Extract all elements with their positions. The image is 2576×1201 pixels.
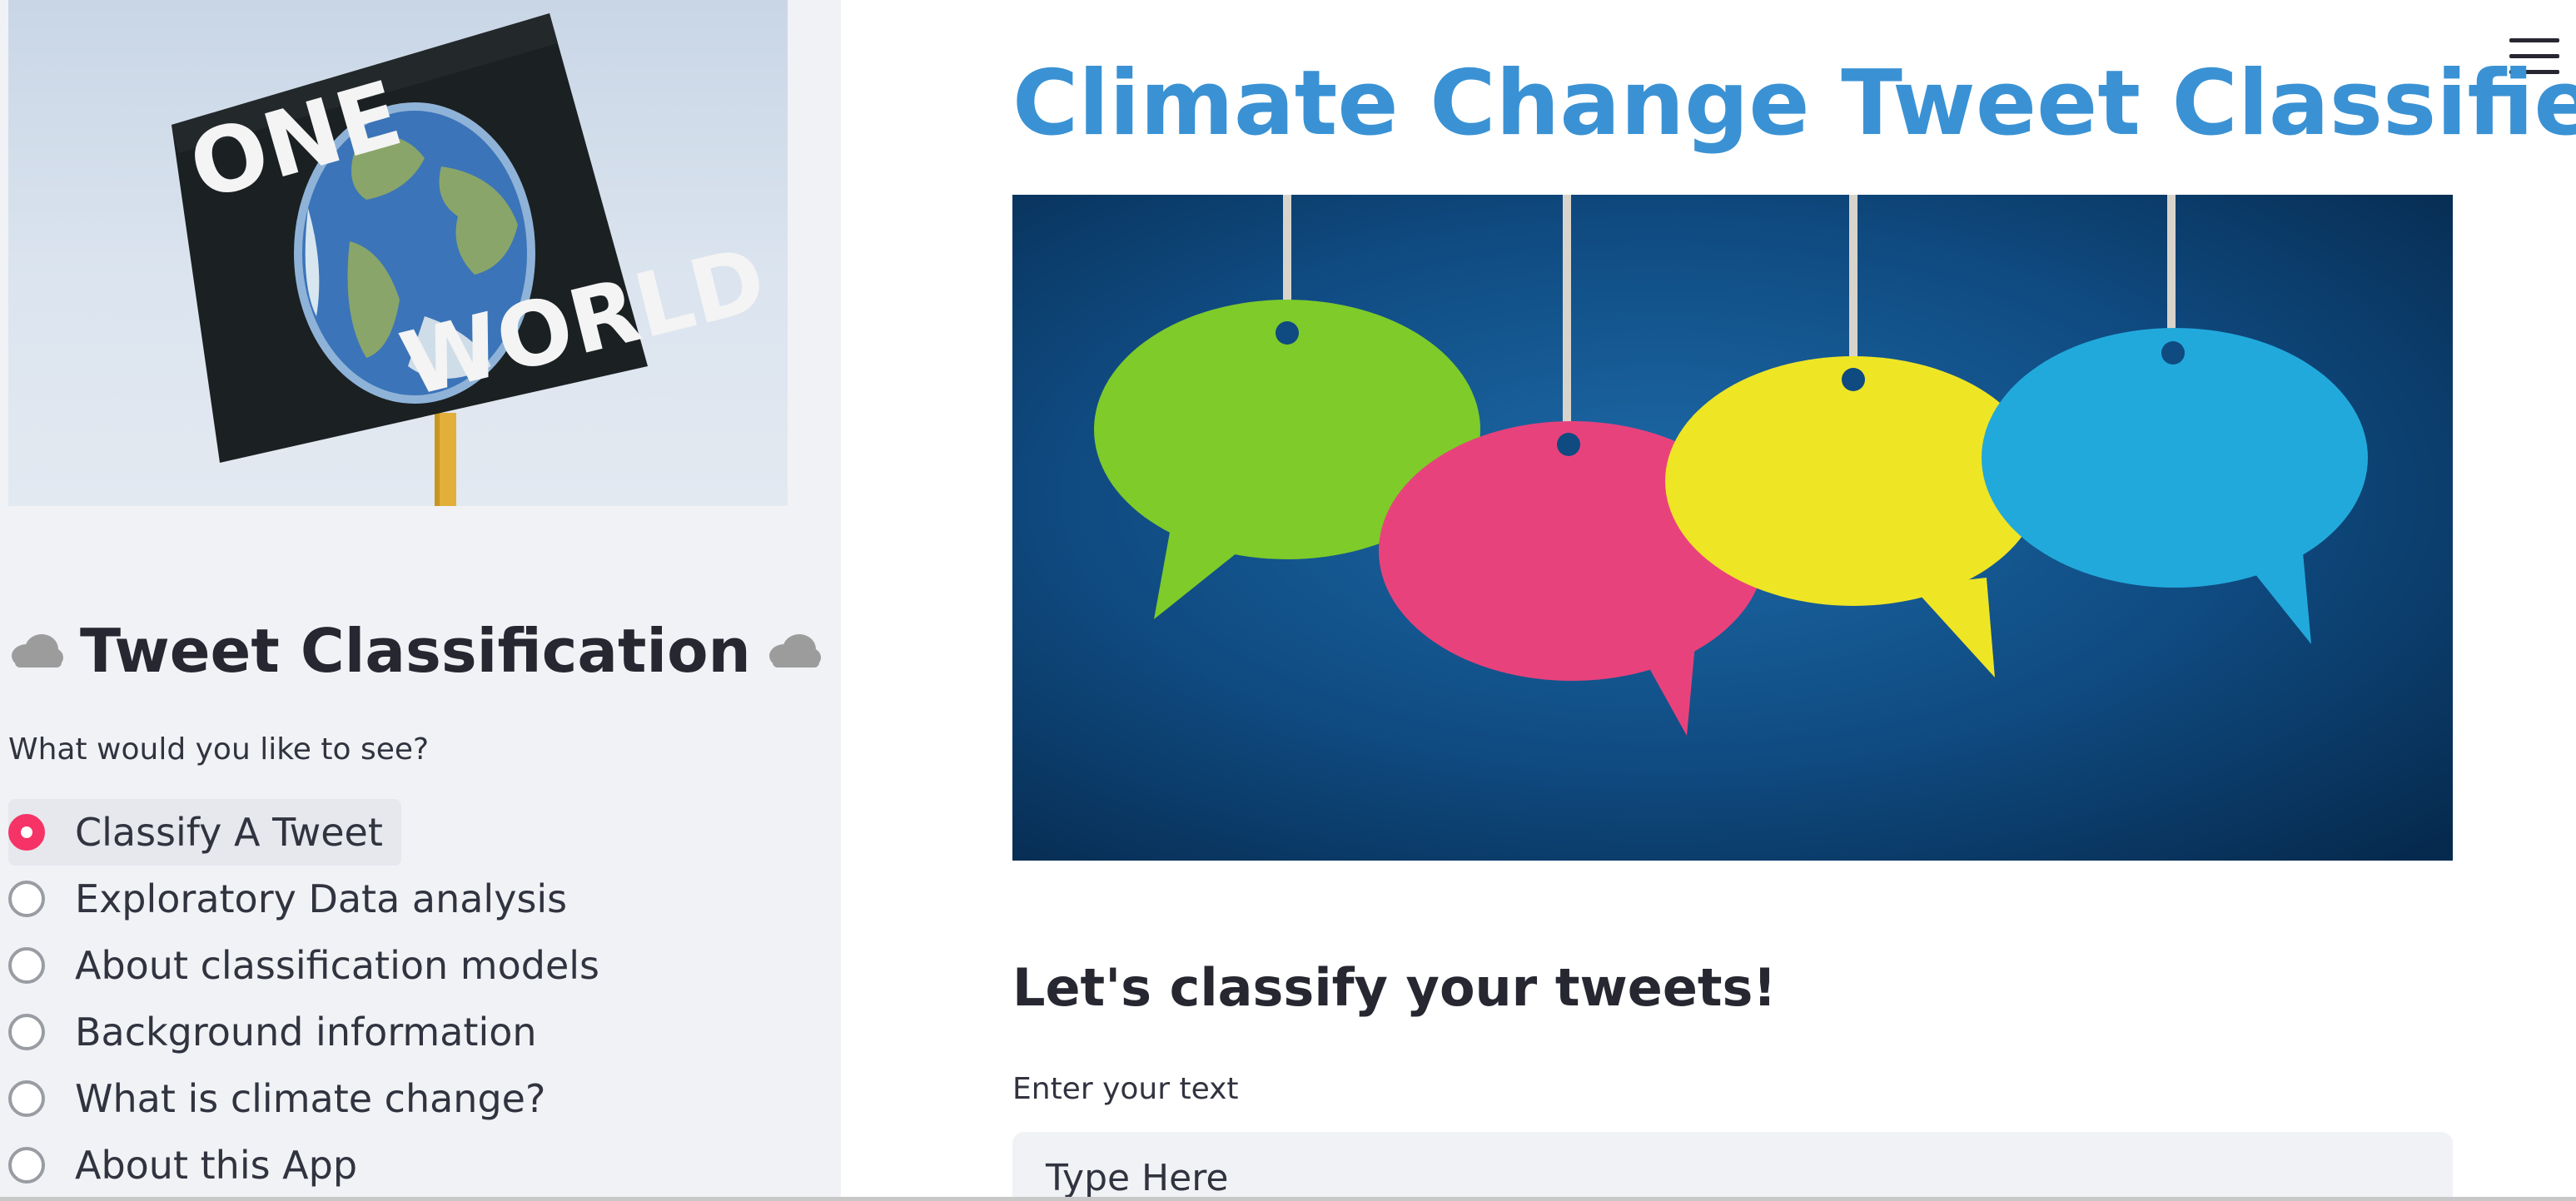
radio-option-label: Exploratory Data analysis	[75, 876, 568, 921]
radio-option-classify-a-tweet[interactable]: Classify A Tweet	[8, 799, 401, 866]
radio-unselected-icon[interactable]	[8, 1147, 45, 1184]
section-heading: Let's classify your tweets!	[1012, 957, 1777, 1018]
bottom-divider	[0, 1197, 2576, 1201]
one-world-sign-icon: ONE WORLD	[172, 13, 775, 506]
radio-option-label: Background information	[75, 1010, 537, 1055]
radio-option-about-this-app[interactable]: About this App	[8, 1132, 619, 1199]
speech-bubbles-icon	[1012, 195, 2453, 861]
sidebar-title-text: Tweet Classification	[80, 616, 751, 686]
tweet-text-input[interactable]	[1012, 1132, 2453, 1201]
radio-option-background-information[interactable]: Background information	[8, 999, 619, 1065]
sidebar-title: Tweet Classification	[8, 613, 823, 689]
page-radio-group: Classify A Tweet Exploratory Data analys…	[8, 799, 619, 1199]
app-root: ONE WORLD Tweet Classification What woul…	[0, 0, 2576, 1201]
radio-selected-icon[interactable]	[8, 814, 45, 851]
radio-option-what-is-climate-change[interactable]: What is climate change?	[8, 1065, 619, 1132]
radio-option-label: What is climate change?	[75, 1076, 546, 1121]
radio-option-about-classification-models[interactable]: About classification models	[8, 932, 619, 999]
radio-option-label: About classification models	[75, 943, 599, 988]
page-title: Climate Change Tweet Classifier	[1012, 52, 2576, 156]
cloud-icon	[768, 634, 821, 667]
radio-option-label: About this App	[75, 1143, 358, 1188]
text-input-label: Enter your text	[1012, 1072, 1239, 1106]
radio-option-label: Classify A Tweet	[75, 810, 383, 855]
radio-unselected-icon[interactable]	[8, 947, 45, 984]
cloud-icon	[12, 634, 63, 667]
radio-unselected-icon[interactable]	[8, 881, 45, 917]
sidebar: ONE WORLD Tweet Classification What woul…	[0, 0, 841, 1201]
radio-option-exploratory-data-analysis[interactable]: Exploratory Data analysis	[8, 866, 619, 932]
radio-group-label: What would you like to see?	[8, 732, 430, 767]
radio-unselected-icon[interactable]	[8, 1080, 45, 1117]
main-content: Climate Change Tweet Classifier Let's cl…	[841, 0, 2576, 1201]
speech-bubbles-image	[1012, 195, 2453, 861]
one-world-banner-image: ONE WORLD	[8, 0, 788, 506]
radio-unselected-icon[interactable]	[8, 1014, 45, 1050]
